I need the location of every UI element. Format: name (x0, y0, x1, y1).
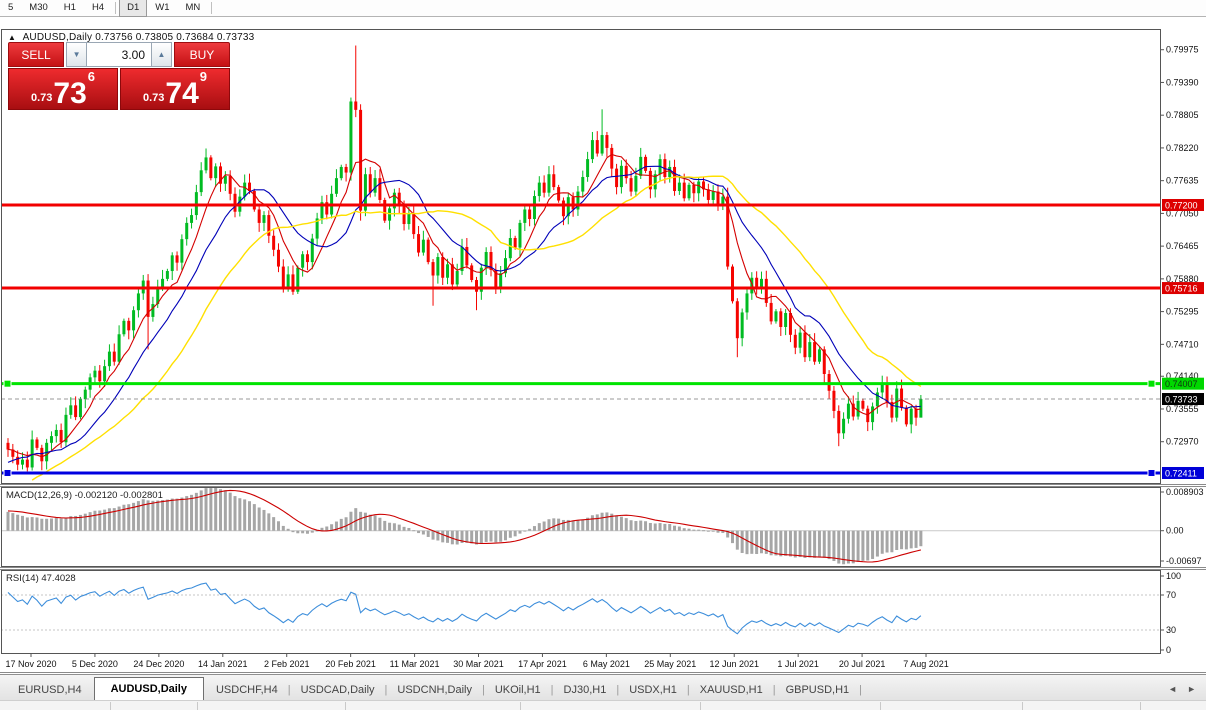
tab-usdcnh-daily[interactable]: USDCNH,Daily (387, 680, 482, 701)
timeframe-button-5[interactable]: 5 (0, 0, 21, 17)
svg-text:0.73733: 0.73733 (1165, 395, 1198, 405)
macd-label: MACD(12,26,9) -0.002120 -0.002801 (6, 490, 163, 501)
date-tick-label: 20 Feb 2021 (325, 659, 376, 669)
rsi-scale-label: 30 (1166, 625, 1176, 635)
rsi-scale-label: 70 (1166, 590, 1176, 600)
price-tick-label: 0.77635 (1166, 176, 1199, 186)
date-tick-label: 6 May 2021 (583, 659, 630, 669)
tab-scroll-right-icon[interactable]: ► (1187, 684, 1196, 694)
sell-price-display[interactable]: 0.73 73 6 (8, 68, 118, 110)
level-price-badge: 0.74007 (1162, 377, 1204, 390)
price-tick-label: 0.75295 (1166, 307, 1199, 317)
mt4-window: { "toolbar": { "timeframes": ["5", "M30"… (0, 0, 1206, 710)
buy-price-base: 0.73 (142, 92, 165, 104)
level-price-badge: 0.77200 (1162, 199, 1204, 211)
date-tick-label: 7 Aug 2021 (903, 659, 949, 669)
toolbar-separator (211, 2, 213, 14)
tab-dj30-h1[interactable]: DJ30,H1 (554, 680, 617, 701)
rsi-scale-label: 0 (1166, 645, 1171, 655)
tab-usdx-h1[interactable]: USDX,H1 (619, 680, 687, 701)
timeframe-button-MN[interactable]: MN (178, 0, 209, 17)
date-tick-label: 24 Dec 2020 (133, 659, 184, 669)
svg-text:0.74007: 0.74007 (1165, 379, 1198, 389)
expand-triangle-icon[interactable]: ▲ (8, 33, 16, 42)
date-tick-label: 2 Feb 2021 (264, 659, 310, 669)
price-tick-label: 0.72970 (1166, 437, 1199, 447)
price-tick-label: 0.79390 (1166, 77, 1199, 87)
timeframe-button-W1[interactable]: W1 (147, 0, 177, 17)
sell-price-point: 6 (87, 69, 96, 84)
macd-scale-label: -0.00697 (1166, 556, 1202, 566)
buy-price-point: 9 (199, 69, 208, 84)
date-tick-label: 25 May 2021 (644, 659, 696, 669)
volume-decrease-button[interactable]: ▼ (66, 42, 87, 67)
price-tick-label: 0.78220 (1166, 143, 1199, 153)
price-tick-label: 0.74710 (1166, 339, 1199, 349)
tab-scroll-left-icon[interactable]: ◄ (1168, 684, 1177, 694)
toolbar-separator (115, 2, 117, 14)
macd-scale-label: 0.00 (1166, 526, 1184, 536)
date-tick-label: 11 Mar 2021 (390, 659, 440, 669)
tab-usdcad-daily[interactable]: USDCAD,Daily (291, 680, 385, 701)
volume-increase-button[interactable]: ▲ (151, 42, 172, 67)
date-tick-label: 17 Apr 2021 (518, 659, 567, 669)
tab-gbpusd-h1[interactable]: GBPUSD,H1 (776, 680, 860, 701)
timeframe-button-H4[interactable]: H4 (84, 0, 112, 17)
date-tick-label: 20 Jul 2021 (839, 659, 886, 669)
date-tick-label: 12 Jun 2021 (709, 659, 759, 669)
date-tick-label: 30 Mar 2021 (453, 659, 504, 669)
rsi-label: RSI(14) 47.4028 (6, 573, 76, 584)
svg-text:0.77200: 0.77200 (1165, 201, 1198, 211)
date-tick-label: 5 Dec 2020 (72, 659, 118, 669)
volume-input[interactable] (87, 42, 151, 67)
price-tick-label: 0.76465 (1166, 241, 1199, 251)
tab-separator: | (859, 684, 862, 696)
sell-price-pips: 73 (53, 77, 87, 110)
buy-price-display[interactable]: 0.73 74 9 (120, 68, 230, 110)
date-tick-label: 14 Jan 2021 (198, 659, 248, 669)
tab-audusd-daily[interactable]: AUDUSD,Daily (93, 677, 204, 701)
date-tick-label: 1 Jul 2021 (777, 659, 819, 669)
tab-ukoil-h1[interactable]: UKOil,H1 (485, 680, 551, 701)
buy-price-pips: 74 (165, 77, 199, 110)
buy-button[interactable]: BUY (173, 42, 230, 67)
sell-button[interactable]: SELL (8, 42, 65, 67)
svg-text:0.72411: 0.72411 (1165, 468, 1197, 478)
one-click-trading-panel: SELL ▼ ▲ BUY 0.73 73 6 0.73 74 9 (8, 42, 230, 110)
tab-usdchf-h4[interactable]: USDCHF,H4 (206, 680, 288, 701)
tab-xauusd-h1[interactable]: XAUUSD,H1 (690, 680, 773, 701)
price-tick-label: 0.78805 (1166, 110, 1199, 120)
current-price-badge: 0.73733 (1162, 393, 1204, 406)
tab-eurusd-h4[interactable]: EURUSD,H4 (0, 680, 92, 701)
timeframe-button-M30[interactable]: M30 (21, 0, 55, 17)
tab-scroll-arrows: ◄ ► (1168, 684, 1206, 701)
timeframe-button-H1[interactable]: H1 (56, 0, 84, 17)
price-tick-label: 0.73555 (1166, 404, 1199, 414)
price-tick-label: 0.79975 (1166, 45, 1199, 55)
macd-scale-label: 0.008903 (1166, 487, 1204, 497)
level-price-badge: 0.72411 (1162, 466, 1204, 479)
sell-price-base: 0.73 (30, 92, 53, 104)
rsi-scale-label: 100 (1166, 571, 1181, 581)
timeframe-button-D1[interactable]: D1 (119, 0, 148, 17)
svg-text:0.75716: 0.75716 (1165, 284, 1198, 294)
date-tick-label: 17 Nov 2020 (5, 659, 56, 669)
symbol-tab-bar: EURUSD,H4 AUDUSD,Daily USDCHF,H4 | USDCAD,Da… (0, 674, 1206, 701)
level-price-badge: 0.75716 (1162, 282, 1204, 295)
timeframe-toolbar: 5 M30 H1 H4 D1 W1 MN (0, 0, 1206, 17)
